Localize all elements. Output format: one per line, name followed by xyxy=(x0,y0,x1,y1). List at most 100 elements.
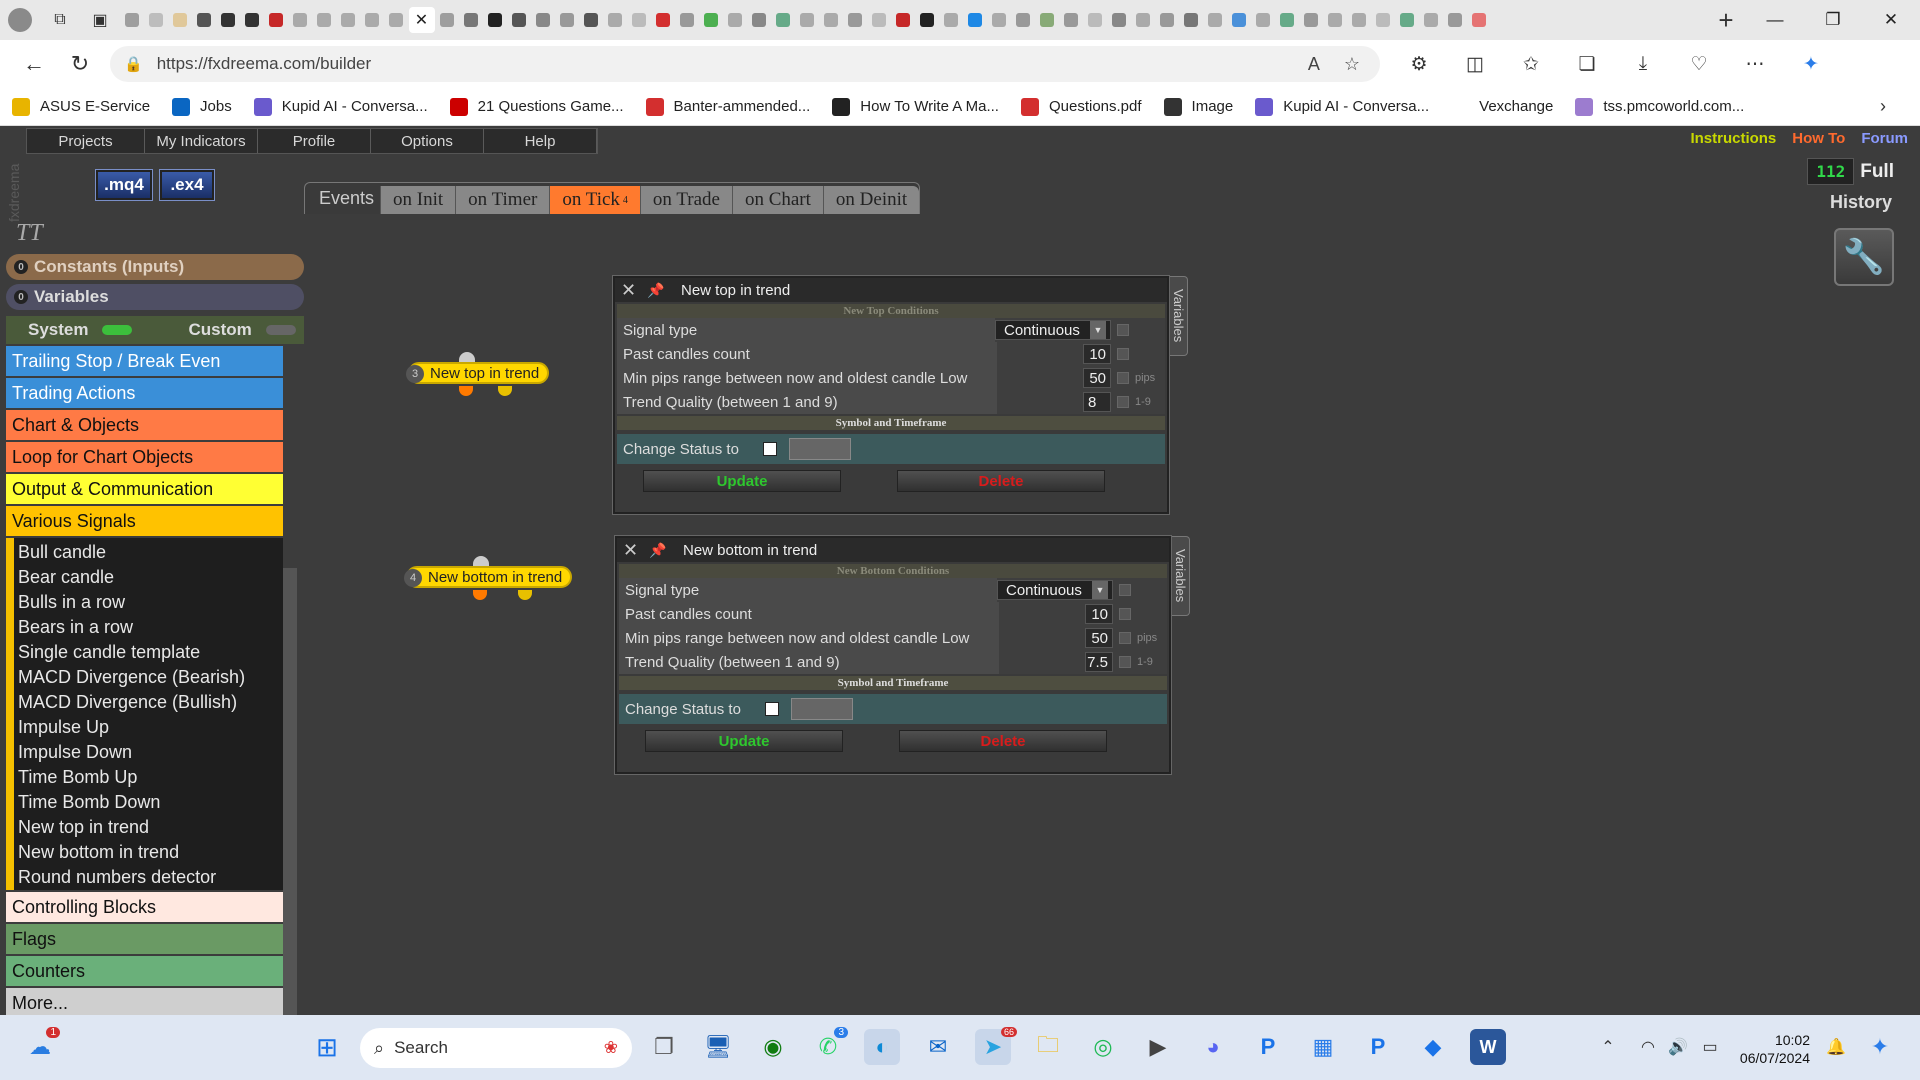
param-checkbox[interactable] xyxy=(1119,584,1131,596)
signal-block-item[interactable]: Bull candle xyxy=(18,540,283,565)
full-button[interactable]: Full xyxy=(1860,161,1894,183)
bookmark-item[interactable]: Jobs xyxy=(172,97,232,116)
browser-tab[interactable] xyxy=(724,7,747,33)
restore-button[interactable]: ❐ xyxy=(1804,0,1862,40)
browser-tab[interactable] xyxy=(217,7,240,33)
signal-block-item[interactable]: Time Bomb Up xyxy=(18,765,283,790)
signal-block-item[interactable]: Bears in a row xyxy=(18,615,283,640)
browser-tab[interactable] xyxy=(313,7,336,33)
menu-help[interactable]: Help xyxy=(484,129,597,153)
notifications-bell-icon[interactable]: 🔔 xyxy=(1818,1029,1854,1065)
category-counters[interactable]: Counters xyxy=(6,956,283,986)
browser-tab[interactable] xyxy=(337,7,360,33)
browser-tab[interactable] xyxy=(628,7,651,33)
browser-tab[interactable] xyxy=(1108,7,1131,33)
browser-tab[interactable] xyxy=(1252,7,1275,33)
copilot-icon[interactable]: ✦ xyxy=(1790,46,1832,82)
category-more[interactable]: More... xyxy=(6,988,283,1018)
browser-tab[interactable] xyxy=(1372,7,1395,33)
text-tool-icon[interactable]: TT xyxy=(16,220,43,247)
browser-tab[interactable] xyxy=(1396,7,1419,33)
status-input[interactable] xyxy=(790,698,853,720)
edge-browser-icon[interactable]: ◐ xyxy=(864,1029,900,1065)
signal-block-item[interactable]: MACD Divergence (Bullish) xyxy=(18,690,283,715)
chevron-up-icon[interactable]: ⌃ xyxy=(1590,1029,1626,1065)
browser-tab[interactable] xyxy=(289,7,312,33)
tab-on-timer[interactable]: on Timer xyxy=(455,186,550,214)
browser-tab[interactable] xyxy=(1012,7,1035,33)
browser-tab[interactable] xyxy=(1180,7,1203,33)
close-icon[interactable]: ✕ xyxy=(623,540,641,561)
split-screen-icon[interactable]: ◫ xyxy=(1454,46,1496,82)
outlook-icon[interactable]: ✉ xyxy=(920,1029,956,1065)
bookmarks-overflow-icon[interactable]: › xyxy=(1880,96,1886,117)
category-trading-actions[interactable]: Trading Actions xyxy=(6,378,283,408)
minimize-button[interactable]: — xyxy=(1746,0,1804,40)
refresh-button[interactable]: ↻ xyxy=(58,44,102,84)
browser-tab[interactable] xyxy=(652,7,675,33)
variables-side-tab[interactable]: Variables xyxy=(1170,276,1188,356)
download-ex4-button[interactable]: .ex4 xyxy=(160,170,214,200)
browser-tab[interactable] xyxy=(532,7,555,33)
browser-tab[interactable] xyxy=(145,7,168,33)
browser-tab[interactable] xyxy=(484,7,507,33)
signal-block-item[interactable]: MACD Divergence (Bearish) xyxy=(18,665,283,690)
param-checkbox[interactable] xyxy=(1117,324,1129,336)
file-explorer-icon[interactable]: 🗀 xyxy=(1030,1029,1066,1065)
browser-tab[interactable] xyxy=(265,7,288,33)
collections-icon[interactable]: ❏ xyxy=(1566,46,1608,82)
browser-essentials-icon[interactable]: ♡ xyxy=(1678,46,1720,82)
browser-tab[interactable] xyxy=(1300,7,1323,33)
close-icon[interactable]: ✕ xyxy=(621,280,639,301)
signal-block-item[interactable]: Single candle template xyxy=(18,640,283,665)
browser-tab[interactable] xyxy=(700,7,723,33)
browser-tab[interactable] xyxy=(1348,7,1371,33)
browser-tab[interactable] xyxy=(1084,7,1107,33)
param-checkbox[interactable] xyxy=(1117,348,1129,360)
trend-quality-input[interactable]: 7.5 xyxy=(1085,652,1113,672)
url-text[interactable]: https://fxdreema.com/builder xyxy=(157,54,371,74)
browser-tab[interactable] xyxy=(436,7,459,33)
dialog-header[interactable]: ✕ 📌 New bottom in trend xyxy=(617,538,1169,562)
browser-tab[interactable] xyxy=(1060,7,1083,33)
category-chart-objects[interactable]: Chart & Objects xyxy=(6,410,283,440)
block-output-connector-yellow[interactable] xyxy=(518,590,532,600)
param-checkbox[interactable] xyxy=(1117,396,1129,408)
close-window-button[interactable]: ✕ xyxy=(1862,0,1920,40)
delete-button[interactable]: Delete xyxy=(897,470,1105,492)
address-bar[interactable]: 🔒 https://fxdreema.com/builder A ☆ xyxy=(110,46,1380,82)
spotify-icon[interactable]: ◎ xyxy=(1085,1029,1121,1065)
more-menu-icon[interactable]: ⋯ xyxy=(1734,46,1776,82)
signal-block-item[interactable]: Impulse Down xyxy=(18,740,283,765)
pin-icon[interactable]: 📌 xyxy=(649,542,677,559)
category-trailing-stop-break-even[interactable]: Trailing Stop / Break Even xyxy=(6,346,283,376)
sidebar-scrollbar[interactable] xyxy=(283,568,297,1016)
task-view-icon[interactable]: ❐ xyxy=(646,1029,682,1065)
block-output-connector-yellow[interactable] xyxy=(498,386,512,396)
browser-tab[interactable] xyxy=(820,7,843,33)
bookmark-item[interactable]: Kupid AI - Conversa... xyxy=(1255,97,1429,116)
browser-tab[interactable] xyxy=(1420,7,1443,33)
signal-type-select[interactable]: Continuous ▼ xyxy=(997,580,1113,600)
min-pips-input[interactable]: 50 xyxy=(1085,628,1113,648)
delete-button[interactable]: Delete xyxy=(899,730,1107,752)
bookmark-item[interactable]: Image xyxy=(1163,97,1233,116)
browser-tab[interactable] xyxy=(1036,7,1059,33)
media-player-icon[interactable]: ▶ xyxy=(1140,1029,1176,1065)
browser-tab[interactable] xyxy=(892,7,915,33)
browser-tab[interactable] xyxy=(1204,7,1227,33)
favorite-star-icon[interactable]: ☆ xyxy=(1344,54,1360,75)
variables-button[interactable]: 0 Variables xyxy=(6,284,304,310)
read-aloud-icon[interactable]: A xyxy=(1308,54,1320,75)
param-checkbox[interactable] xyxy=(1119,656,1131,668)
browser-tab[interactable] xyxy=(361,7,384,33)
block-input-connector[interactable] xyxy=(459,352,475,362)
bookmark-item[interactable]: 21 Questions Game... xyxy=(449,97,624,116)
past-candles-input[interactable]: 10 xyxy=(1085,604,1113,624)
change-status-checkbox[interactable] xyxy=(762,442,777,456)
active-tab[interactable]: ✕ xyxy=(408,7,435,33)
constants-inputs-button[interactable]: 0 Constants (Inputs) xyxy=(6,254,304,280)
browser-tab[interactable] xyxy=(580,7,603,33)
vscode-icon[interactable]: ◆ xyxy=(1415,1029,1451,1065)
volume-icon[interactable]: 🔊 xyxy=(1660,1029,1696,1065)
